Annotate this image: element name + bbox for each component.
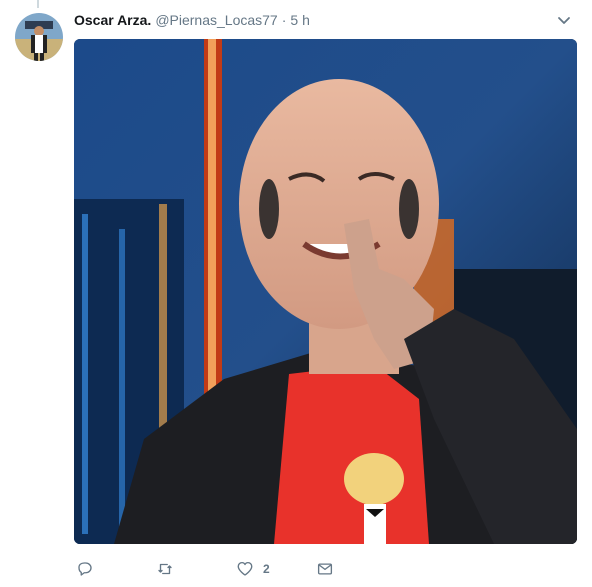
author-name[interactable]: Oscar Arza. xyxy=(74,12,151,28)
thread-connector-line xyxy=(37,0,39,8)
more-options-chevron-down-icon[interactable] xyxy=(556,12,572,28)
author-avatar[interactable] xyxy=(15,13,63,61)
retweet-button[interactable] xyxy=(156,558,183,580)
like-count: 2 xyxy=(263,562,270,576)
tweet-header: Oscar Arza. @Piernas_Locas77 · 5 h xyxy=(74,10,572,30)
reply-button[interactable] xyxy=(76,558,103,580)
tweet-actions: 2 xyxy=(74,558,494,580)
tweet-photo[interactable] xyxy=(74,39,577,544)
avatar-image xyxy=(15,13,63,61)
retweet-icon xyxy=(158,563,172,575)
photo-image xyxy=(74,39,577,544)
author-handle[interactable]: @Piernas_Locas77 xyxy=(155,12,277,28)
envelope-icon xyxy=(317,563,333,575)
direct-message-button[interactable] xyxy=(316,558,343,580)
like-button[interactable]: 2 xyxy=(236,558,270,580)
heart-icon xyxy=(237,561,253,576)
tweet-timestamp[interactable]: 5 h xyxy=(290,12,309,28)
separator-dot: · xyxy=(281,12,287,28)
reply-icon xyxy=(78,562,92,576)
